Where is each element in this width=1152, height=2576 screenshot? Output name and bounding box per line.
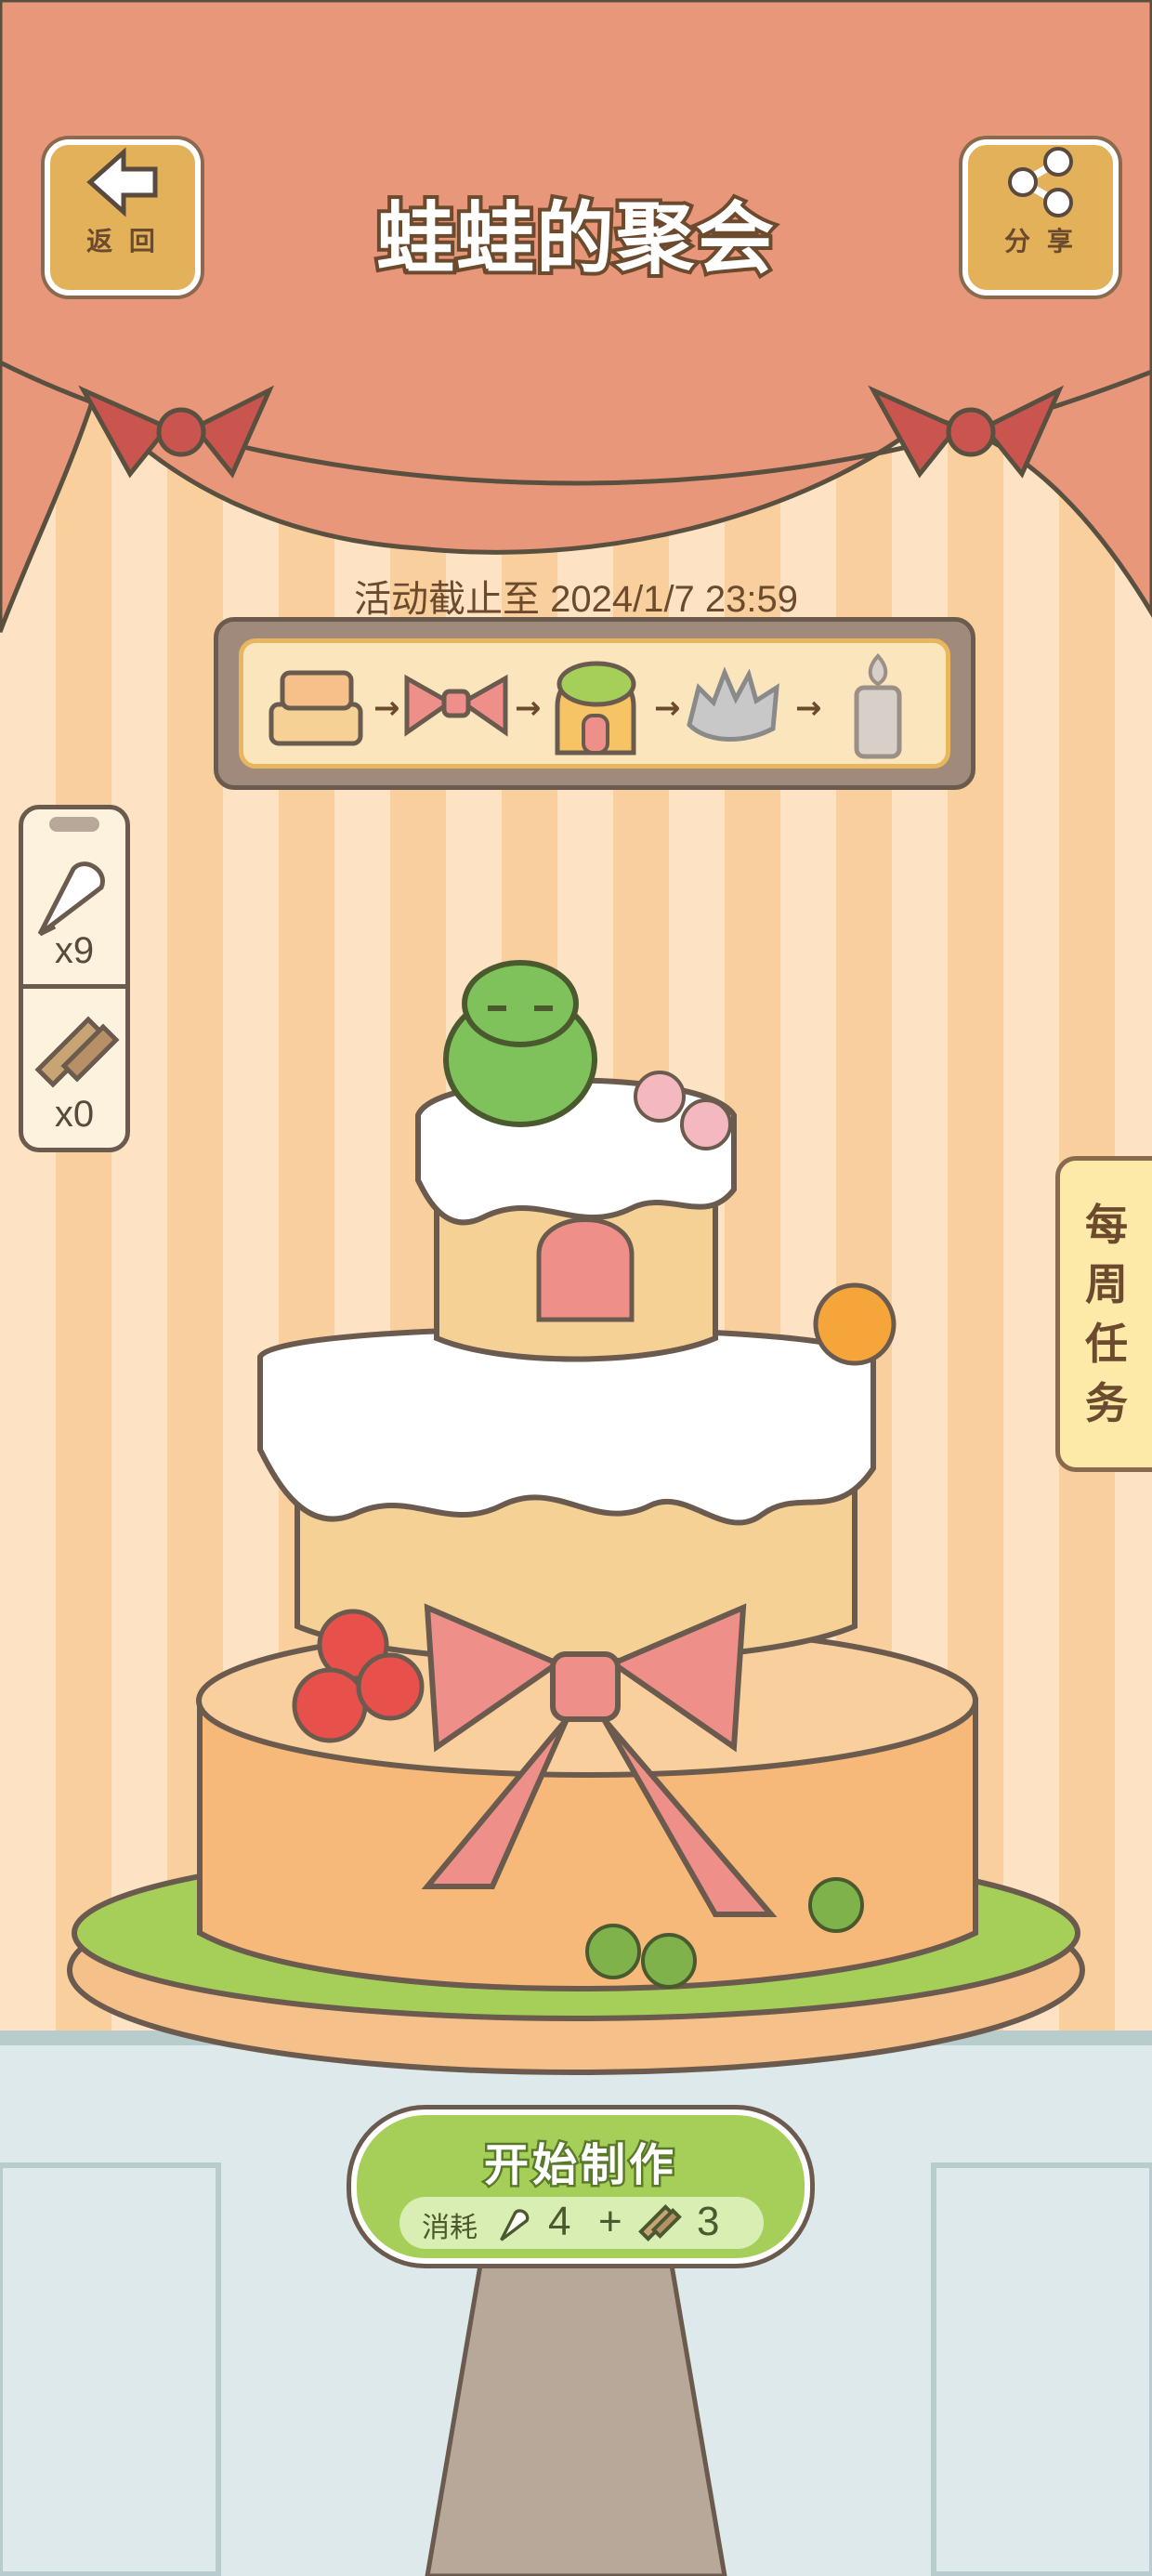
cost-label: 消耗: [422, 2212, 478, 2244]
cost-pill: 消耗 4 + 3: [399, 2197, 764, 2249]
candle-icon[interactable]: [823, 651, 933, 760]
back-arrow-icon: [86, 147, 158, 217]
back-button[interactable]: 返 回: [45, 139, 201, 296]
share-button[interactable]: 分 享: [962, 139, 1119, 296]
frog-character: [443, 960, 597, 1127]
back-label: 返 回: [86, 226, 159, 256]
cream-count: x9: [54, 930, 95, 971]
inventory-slot-cream[interactable]: x9: [23, 809, 125, 979]
spatula-count: x0: [54, 1094, 95, 1135]
page-title: 蛙蛙的聚会: [373, 190, 778, 288]
event-deadline: 活动截止至 2024/1/7 23:59: [353, 579, 799, 620]
inventory-slot-spatula[interactable]: x0: [23, 986, 125, 1155]
hedgehog-icon[interactable]: [680, 651, 790, 760]
progress-arrow: →: [795, 690, 822, 727]
cake-layer-icon[interactable]: [262, 651, 372, 760]
start-crafting-label: 开始制作: [481, 2137, 677, 2194]
start-crafting-button[interactable]: 开始制作 消耗 4 + 3: [351, 2109, 810, 2264]
share-icon: [1008, 147, 1073, 217]
progress-track: → → → →: [239, 638, 950, 769]
weekly-tasks-char: 周: [1085, 1259, 1128, 1309]
inventory-panel: x9 x0: [19, 805, 130, 1152]
spatula-icon: [34, 1016, 120, 1088]
progress-arrow: →: [373, 690, 400, 727]
progress-arrow: →: [654, 690, 681, 727]
game-screen: 返 回 蛙蛙的聚会 分 享 活动截止至 2024/1/7 23:59 → → →…: [0, 0, 1152, 2576]
weekly-tasks-char: 每: [1085, 1200, 1128, 1250]
spatula-icon: [638, 2204, 682, 2241]
cost-cream-amount: 4: [548, 2199, 571, 2244]
progress-panel: → → → →: [214, 617, 975, 790]
weekly-tasks-char: 任: [1085, 1319, 1128, 1369]
share-label: 分 享: [1004, 226, 1077, 256]
cream-piping-bag-icon: [500, 2209, 530, 2241]
progress-arrow: →: [515, 690, 542, 727]
weekly-tasks-char: 务: [1085, 1378, 1128, 1428]
weekly-tasks-button[interactable]: 每 周 任 务: [1055, 1156, 1152, 1472]
cost-spatula-amount: 3: [697, 2199, 720, 2244]
bow-icon[interactable]: [401, 651, 511, 760]
cost-plus-sign: +: [598, 2199, 622, 2244]
house-cake-icon[interactable]: [541, 651, 650, 760]
